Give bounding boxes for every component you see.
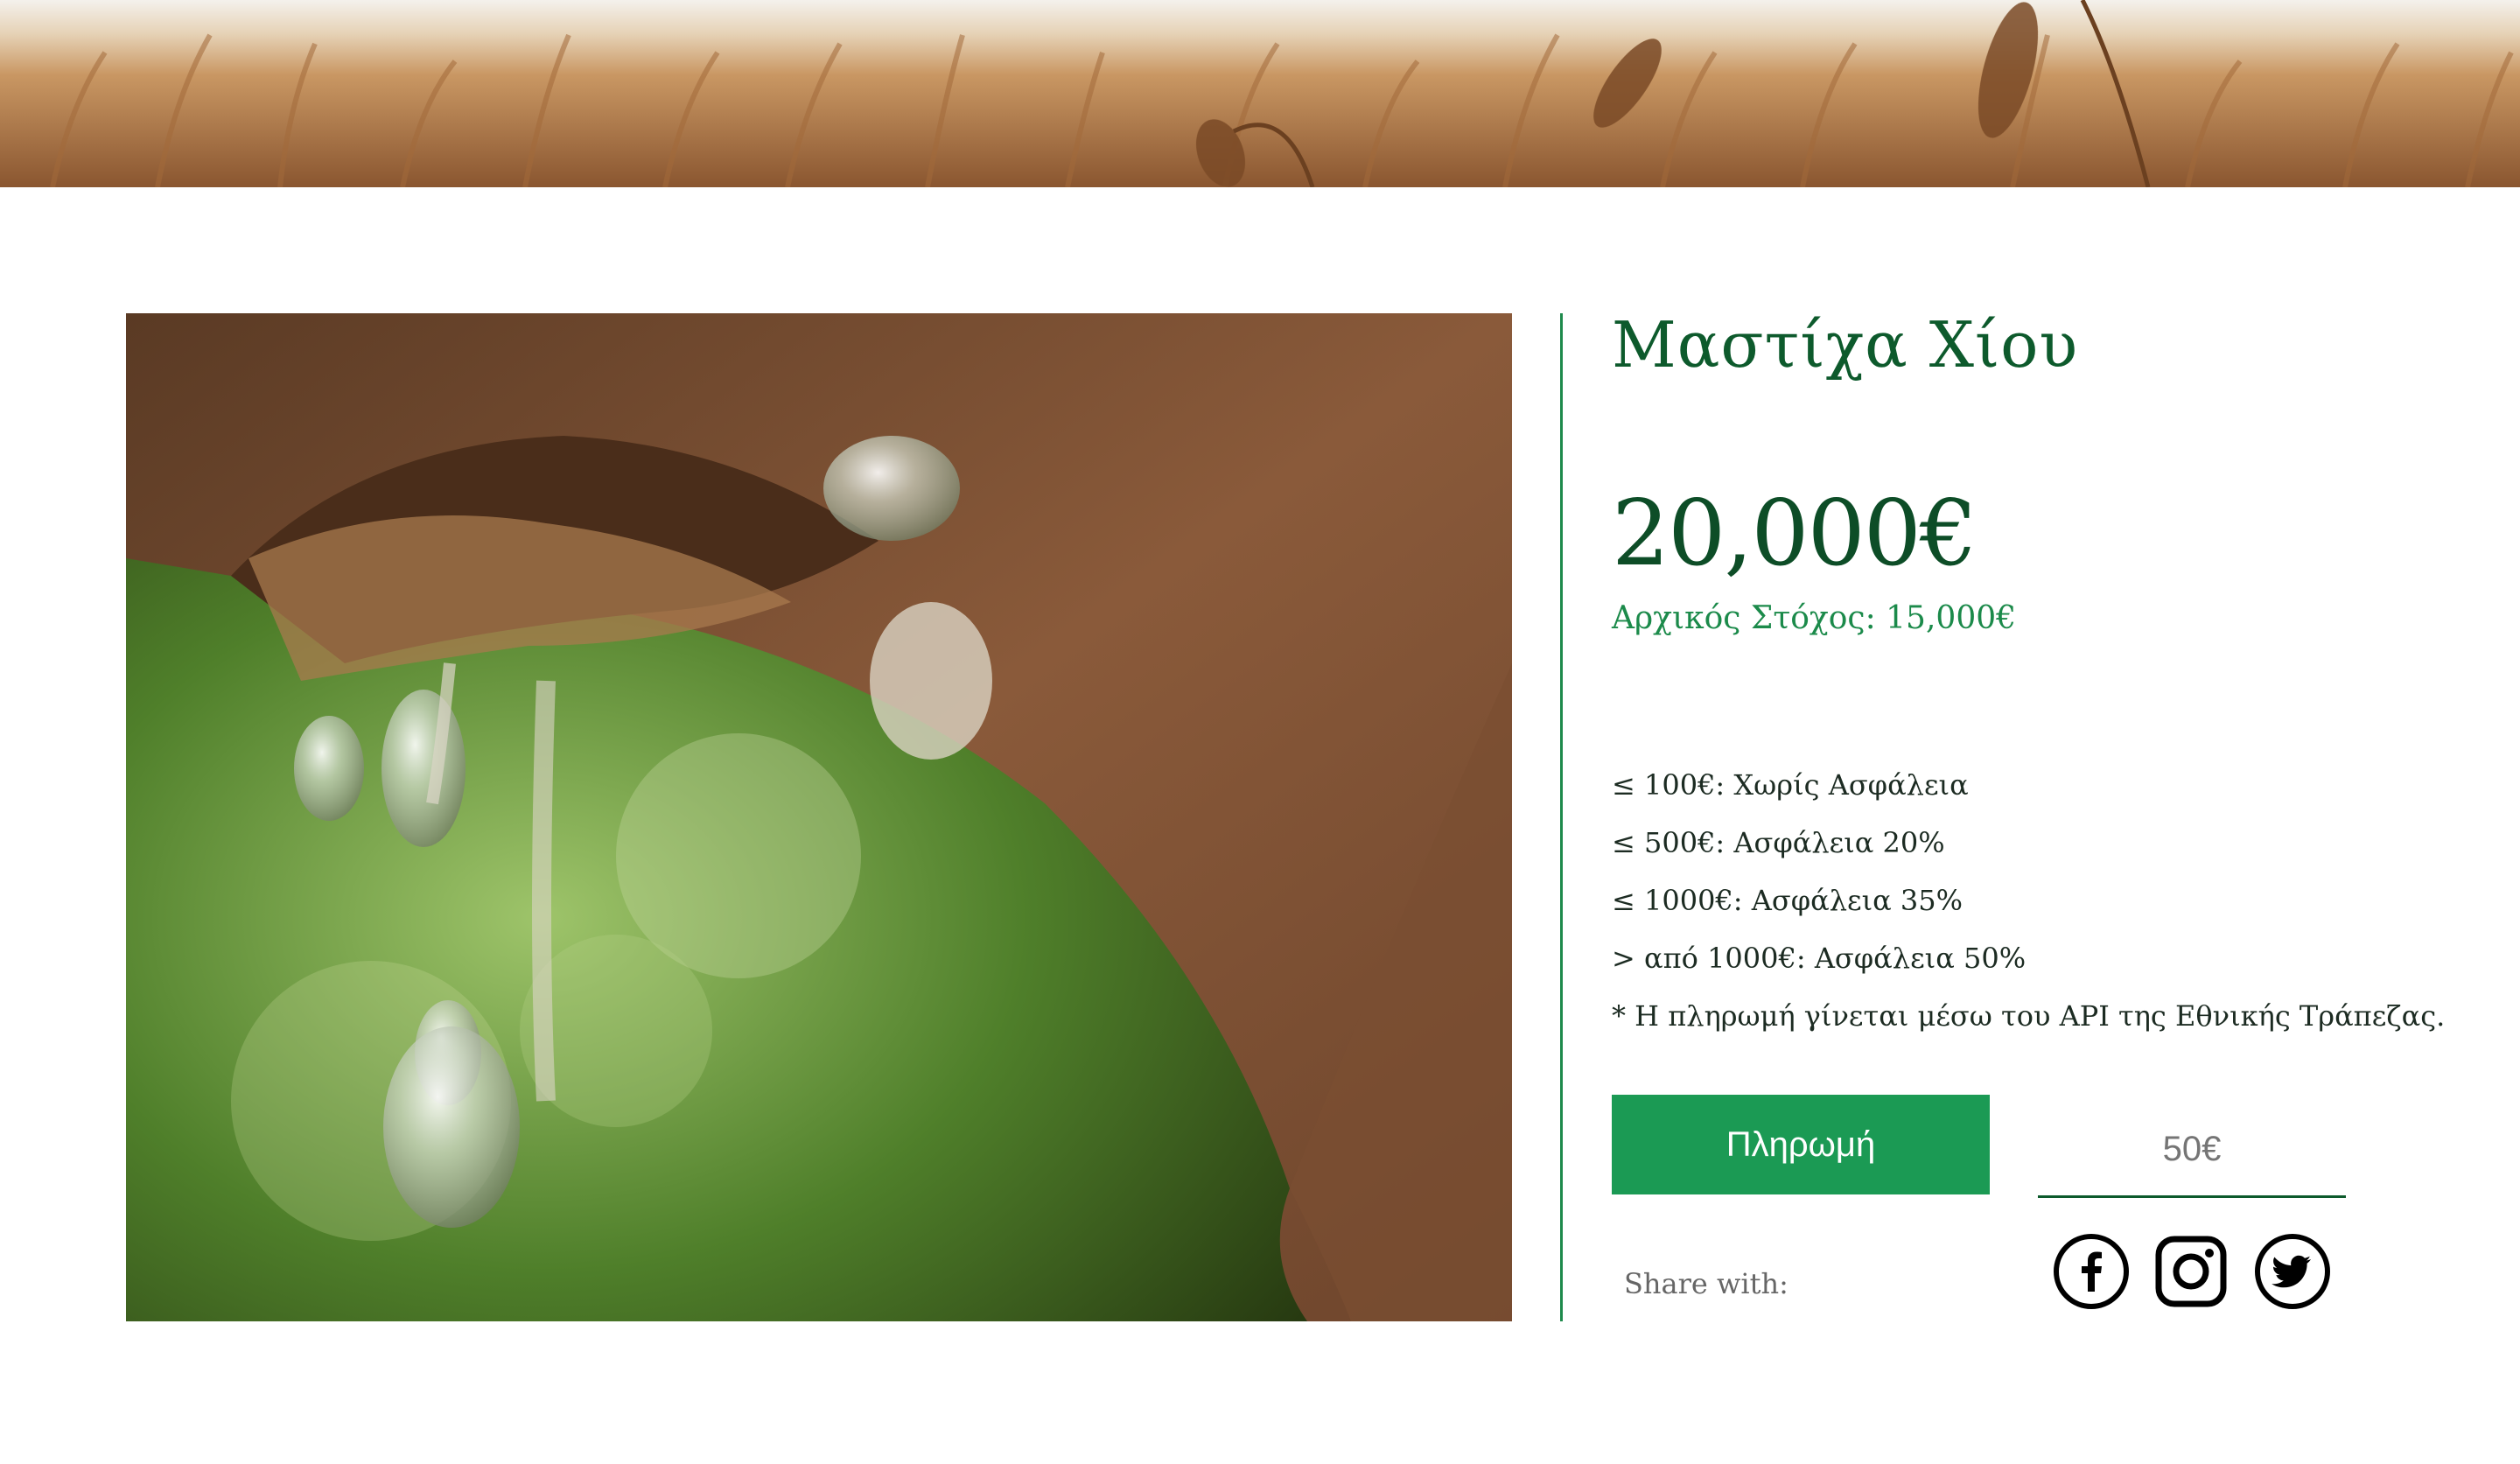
goal-value: 15,000€ — [1886, 600, 2017, 636]
tier-item: ≤ 1000€: Ασφάλεια 35% — [1612, 884, 1964, 917]
vertical-divider — [1560, 313, 1563, 1321]
share-label: Share with: — [1624, 1267, 1788, 1300]
pay-button[interactable]: Πληρωμή — [1612, 1095, 1990, 1194]
initial-goal: Αρχικός Στόχος: 15,000€ — [1612, 600, 2016, 636]
tier-item: ≤ 100€: Χωρίς Ασφάλεια — [1612, 768, 1969, 802]
payment-note: * Η πληρωμή γίνεται μέσω του API της Εθν… — [1612, 999, 2446, 1033]
facebook-icon[interactable] — [2052, 1232, 2131, 1311]
product-title: Μαστίχα Χίου — [1612, 308, 2079, 382]
tier-item: ≤ 500€: Ασφάλεια 20% — [1612, 826, 1945, 859]
twitter-icon[interactable] — [2253, 1232, 2332, 1311]
product-image — [126, 313, 1512, 1321]
instagram-icon[interactable] — [2152, 1232, 2230, 1311]
amount-input[interactable] — [2038, 1103, 2346, 1198]
header-banner-image — [0, 0, 2520, 187]
tier-item: > από 1000€: Ασφάλεια 50% — [1612, 942, 2026, 975]
goal-label: Αρχικός Στόχος: — [1612, 600, 1876, 636]
raised-amount: 20,000€ — [1612, 480, 1978, 586]
insurance-tiers-list: ≤ 100€: Χωρίς Ασφάλεια ≤ 500€: Ασφάλεια … — [1612, 763, 2445, 1052]
